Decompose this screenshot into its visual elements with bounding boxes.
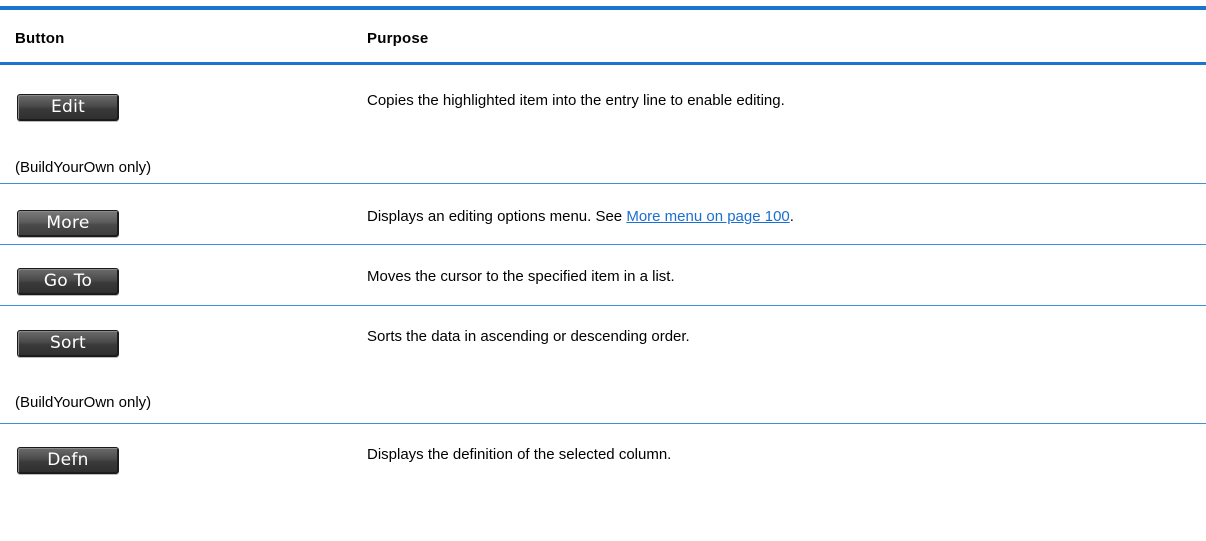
note-sort-buildyourown: (BuildYourOwn only) — [15, 394, 152, 411]
defn-softkey[interactable]: Defn — [17, 447, 119, 474]
table-row-edit: Edit Copies the highlighted item into th… — [0, 65, 1206, 183]
header-purpose: Purpose — [367, 30, 429, 47]
purpose-more-prefix: Displays an editing options menu. See — [367, 208, 627, 225]
purpose-sort: Sorts the data in ascending or descendin… — [367, 328, 690, 345]
purpose-defn: Displays the definition of the selected … — [367, 446, 672, 463]
table-row-goto: Go To Moves the cursor to the specified … — [0, 245, 1206, 305]
goto-softkey[interactable]: Go To — [17, 268, 119, 295]
sort-softkey[interactable]: Sort — [17, 330, 119, 357]
purpose-more: Displays an editing options menu. See Mo… — [367, 208, 794, 226]
note-edit-buildyourown: (BuildYourOwn only) — [15, 159, 152, 176]
header-button: Button — [15, 30, 65, 47]
table-row-defn: Defn Displays the definition of the sele… — [0, 424, 1206, 541]
more-menu-link[interactable]: More menu on page 100 — [626, 208, 789, 225]
more-softkey[interactable]: More — [17, 210, 119, 237]
purpose-edit: Copies the highlighted item into the ent… — [367, 92, 785, 109]
purpose-more-suffix: . — [789, 208, 794, 225]
table-row-more: More Displays an editing options menu. S… — [0, 184, 1206, 244]
table-header-row: Button Purpose — [0, 10, 1206, 62]
purpose-goto: Moves the cursor to the specified item i… — [367, 268, 675, 285]
edit-softkey[interactable]: Edit — [17, 94, 119, 121]
table-row-sort: Sort Sorts the data in ascending or desc… — [0, 306, 1206, 423]
